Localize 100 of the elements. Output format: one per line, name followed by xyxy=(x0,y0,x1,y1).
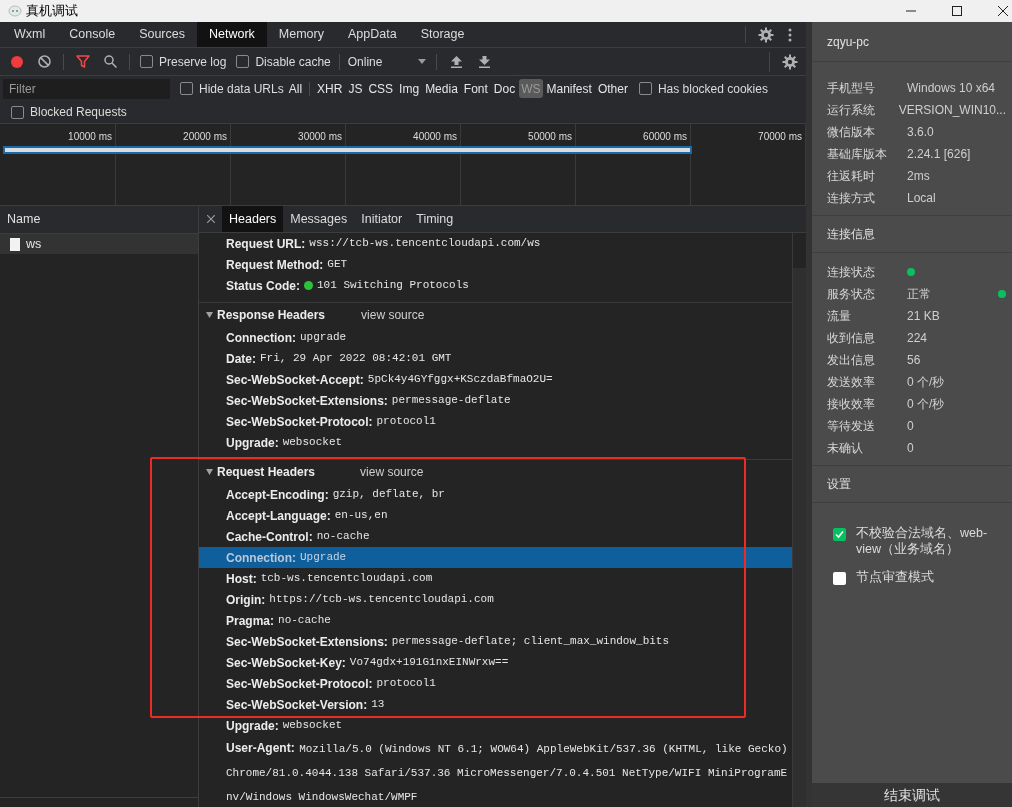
header-name: Sec-WebSocket-Accept: xyxy=(226,371,364,389)
tab[interactable]: Headers xyxy=(222,206,284,232)
request-row[interactable]: ws xyxy=(0,234,198,254)
filter-type-button[interactable]: Img xyxy=(397,79,422,98)
tick-label: 10000 ms xyxy=(68,130,112,144)
checkbox[interactable] xyxy=(236,55,250,68)
header-name: Connection: xyxy=(226,329,296,347)
settings-icon[interactable] xyxy=(758,26,774,43)
tab[interactable]: Network xyxy=(197,22,267,47)
maximize-icon[interactable] xyxy=(952,6,962,16)
header-value: Vo74gdx+191G1nxEINWrxw== xyxy=(349,655,509,671)
checkbox-label[interactable]: 不校验合法域名、web-view（业务域名） xyxy=(856,525,998,557)
checkbox-label[interactable]: Blocked Requests xyxy=(30,103,127,121)
info-value: 3.6.0 xyxy=(907,124,934,141)
record-button[interactable] xyxy=(11,55,23,68)
filter-type-button[interactable]: Font xyxy=(461,79,490,98)
header-name: Sec-WebSocket-Protocol: xyxy=(226,413,373,431)
caret-icon[interactable] xyxy=(206,312,213,318)
info-label: 运行系统 xyxy=(827,102,876,119)
info-value: 56 xyxy=(907,352,921,369)
caret-icon[interactable] xyxy=(206,469,213,475)
filter-type-button[interactable]: JS xyxy=(346,79,365,98)
tab[interactable]: Memory xyxy=(266,22,336,47)
section-title: 设置 xyxy=(827,476,851,493)
header-name: Sec-WebSocket-Version: xyxy=(226,696,368,714)
caret-icon[interactable] xyxy=(417,59,426,64)
filter-type-button[interactable]: CSS xyxy=(366,79,396,98)
checkbox-label[interactable]: Has blocked cookies xyxy=(657,79,768,98)
info-value: 2ms xyxy=(907,168,930,185)
info-value: Windows 10 x64 xyxy=(907,80,996,97)
file-icon[interactable] xyxy=(10,237,20,251)
end-debug-button[interactable]: 结束调试 xyxy=(812,783,1012,807)
info-value: 224 xyxy=(907,330,928,347)
upload-icon[interactable] xyxy=(450,55,462,68)
throttling-dropdown[interactable]: Online xyxy=(347,52,426,71)
tab[interactable]: Console xyxy=(57,22,128,47)
settings-icon[interactable] xyxy=(782,53,798,70)
tab[interactable]: AppData xyxy=(336,22,409,47)
filter-field[interactable]: Filter xyxy=(3,78,170,99)
tab[interactable]: Sources xyxy=(127,22,197,47)
checkbox-label[interactable]: Preserve log xyxy=(159,52,227,71)
info-label: 发出信息 xyxy=(827,352,876,369)
filter-type-button[interactable]: All xyxy=(286,79,305,98)
view-source-link[interactable]: view source xyxy=(361,306,425,324)
search-icon[interactable] xyxy=(104,55,117,68)
info-label: 等待发送 xyxy=(827,418,876,435)
info-label: 手机型号 xyxy=(827,80,876,97)
clear-icon[interactable] xyxy=(38,55,51,68)
checkbox[interactable] xyxy=(833,528,846,541)
header-value: websocket xyxy=(282,435,343,451)
section-title[interactable]: Request Headers xyxy=(217,463,316,481)
view-source-link[interactable]: view source xyxy=(360,463,424,481)
info-value: 正常 xyxy=(907,286,931,303)
tick-label: 50000 ms xyxy=(528,130,572,144)
checkbox-label[interactable]: Disable cache xyxy=(255,52,331,71)
tick-label: 20000 ms xyxy=(183,130,227,144)
header-value: gzip, deflate, br xyxy=(332,487,445,503)
header-value: protocol1 xyxy=(376,676,436,692)
info-label: 未确认 xyxy=(827,440,864,457)
filter-type-button[interactable]: Doc xyxy=(491,79,518,98)
checkbox[interactable] xyxy=(140,55,153,68)
header-value: no-cache xyxy=(278,613,331,629)
checkbox[interactable] xyxy=(180,82,193,95)
download-icon[interactable] xyxy=(478,55,490,68)
tab[interactable]: Initiator xyxy=(354,206,410,232)
header-value: wss://tcb-ws.tencentcloudapi.com/ws xyxy=(309,236,541,252)
header-value: https://tcb-ws.tencentcloudapi.com xyxy=(269,592,494,608)
header-name: Connection: xyxy=(226,549,296,567)
info-label: 接收效率 xyxy=(827,396,876,413)
tab[interactable]: Wxml xyxy=(2,22,58,47)
checkbox-label[interactable]: Hide data URLs xyxy=(199,79,284,98)
info-value: 21 KB xyxy=(907,308,940,325)
filter-type-button[interactable]: Other xyxy=(595,79,630,98)
info-label: 服务状态 xyxy=(827,286,876,303)
checkbox-label[interactable]: 节点审查模式 xyxy=(856,569,934,585)
close-icon[interactable] xyxy=(998,6,1008,16)
header-name: Sec-WebSocket-Key: xyxy=(226,654,346,672)
header-value: tcb-ws.tencentcloudapi.com xyxy=(260,571,433,587)
filter-type-button[interactable]: Media xyxy=(423,79,460,98)
section-title[interactable]: Response Headers xyxy=(217,306,326,324)
tab[interactable]: Messages xyxy=(283,206,355,232)
info-value: 0 xyxy=(907,418,914,435)
filter-icon[interactable] xyxy=(76,55,90,68)
header-value: protocol1 xyxy=(376,414,436,430)
filter-type-button[interactable]: Manifest xyxy=(544,79,594,98)
header-name: Sec-WebSocket-Extensions: xyxy=(226,633,388,651)
header-name: Cache-Control: xyxy=(226,528,313,546)
tab[interactable]: Storage xyxy=(408,22,477,47)
header-value: 5pCk4y4GYfggx+KSczdaBfmaO2U= xyxy=(367,372,553,388)
tab[interactable]: Timing xyxy=(409,206,461,232)
more-icon[interactable] xyxy=(788,27,792,42)
info-value: 0 xyxy=(907,440,914,457)
checkbox[interactable] xyxy=(833,572,846,585)
scrollbar[interactable] xyxy=(792,233,806,807)
header-value: GET xyxy=(327,257,348,273)
filter-type-button[interactable]: XHR xyxy=(315,79,345,98)
header-row[interactable]: Connection: Upgrade xyxy=(199,547,792,568)
header-value: 13 xyxy=(371,697,385,713)
checkbox[interactable] xyxy=(638,82,652,95)
checkbox[interactable] xyxy=(11,105,24,119)
